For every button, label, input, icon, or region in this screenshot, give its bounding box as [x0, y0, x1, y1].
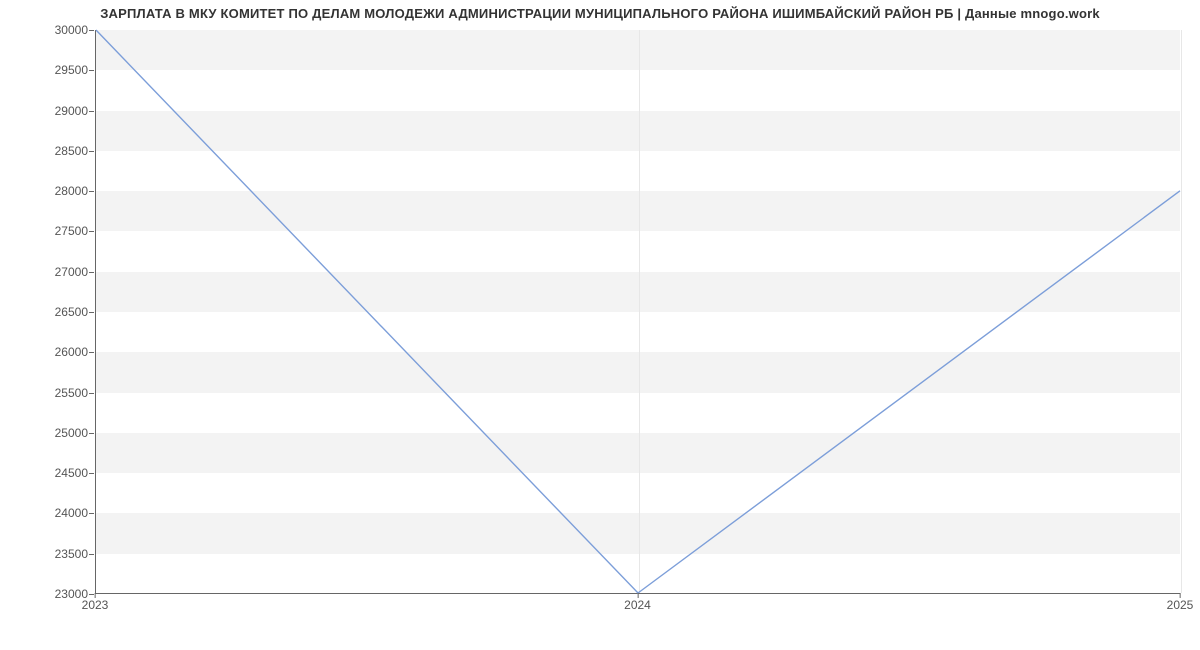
y-tick-label: 25500	[55, 386, 88, 400]
y-tick-label: 29000	[55, 104, 88, 118]
y-tick-label: 28000	[55, 184, 88, 198]
y-tick-label: 26500	[55, 305, 88, 319]
x-tick-label: 2024	[624, 598, 651, 612]
x-tick-label: 2025	[1167, 598, 1194, 612]
y-tick-label: 24000	[55, 506, 88, 520]
chart-container: ЗАРПЛАТА В МКУ КОМИТЕТ ПО ДЕЛАМ МОЛОДЕЖИ…	[0, 0, 1200, 650]
y-tick-label: 24500	[55, 466, 88, 480]
y-tick-label: 27000	[55, 265, 88, 279]
y-tick-label: 28500	[55, 144, 88, 158]
vertical-gridline	[1181, 30, 1182, 593]
y-tick-label: 30000	[55, 23, 88, 37]
chart-title: ЗАРПЛАТА В МКУ КОМИТЕТ ПО ДЕЛАМ МОЛОДЕЖИ…	[0, 6, 1200, 21]
y-tick-label: 29500	[55, 63, 88, 77]
y-tick-label: 27500	[55, 224, 88, 238]
y-tick-label: 26000	[55, 345, 88, 359]
x-tick-label: 2023	[82, 598, 109, 612]
y-tick-label: 23500	[55, 547, 88, 561]
line-series	[96, 30, 1180, 593]
y-tick-label: 25000	[55, 426, 88, 440]
plot-area	[95, 30, 1180, 594]
